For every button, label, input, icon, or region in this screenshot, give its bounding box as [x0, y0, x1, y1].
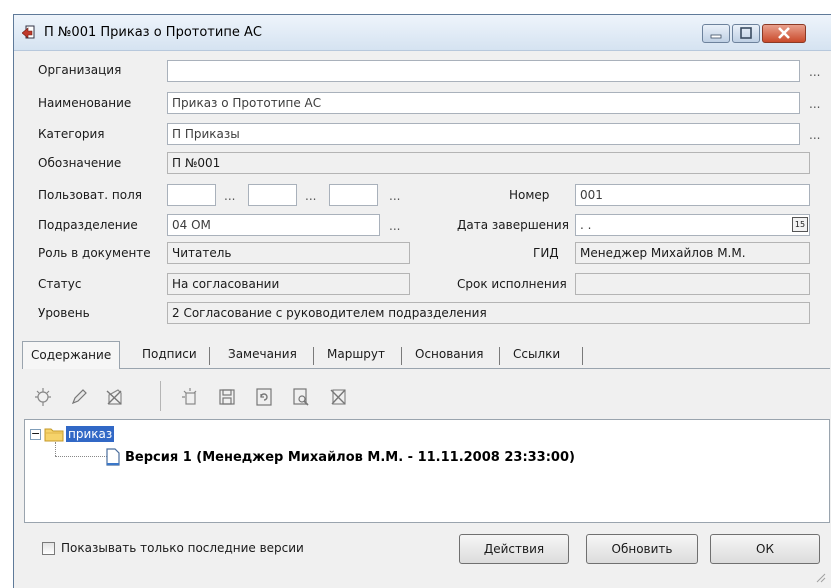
- department-browse-button[interactable]: ...: [389, 219, 400, 233]
- versions-tree[interactable]: − приказ Версия 1 (Менеджер Михайлов М.М…: [24, 419, 830, 523]
- gid-field: Менеджер Михайлов М.М.: [575, 242, 810, 264]
- delete-icon[interactable]: [104, 387, 124, 407]
- edit-icon[interactable]: [69, 387, 89, 407]
- calendar-icon[interactable]: 15: [792, 217, 808, 232]
- name-browse-button[interactable]: ...: [809, 97, 820, 111]
- title-bar[interactable]: П №001 Приказ о Прототипе АС: [14, 15, 831, 51]
- show-last-versions-label: Показывать только последние версии: [61, 541, 304, 555]
- name-field[interactable]: Приказ о Прототипе АС: [167, 92, 800, 114]
- ok-button[interactable]: ОК: [710, 534, 820, 564]
- number-field[interactable]: 001: [575, 184, 810, 206]
- department-field[interactable]: 04 ОМ: [167, 214, 380, 236]
- name-label: Наименование: [38, 96, 132, 110]
- refresh-file-icon[interactable]: [254, 387, 274, 407]
- level-field: 2 Согласование с руководителем подраздел…: [167, 302, 810, 324]
- department-label: Подразделение: [38, 218, 138, 232]
- deadline-field: [575, 273, 810, 295]
- end-date-field[interactable]: . .: [575, 214, 810, 236]
- tree-root-node[interactable]: приказ: [66, 426, 115, 442]
- actions-button[interactable]: Действия: [459, 534, 569, 564]
- minimize-icon: [710, 34, 722, 39]
- organization-label: Организация: [38, 63, 122, 77]
- document-icon: [106, 448, 120, 466]
- role-label: Роль в документе: [38, 246, 151, 260]
- user-field-1[interactable]: [167, 184, 216, 206]
- tab-separator: [401, 347, 402, 365]
- minimize-button[interactable]: [702, 24, 730, 43]
- tab-separator: [499, 347, 500, 365]
- close-icon: [778, 27, 790, 39]
- designation-field: П №001: [167, 152, 810, 174]
- status-label: Статус: [38, 277, 82, 291]
- tab-content[interactable]: Содержание: [22, 341, 121, 369]
- save-icon[interactable]: [217, 387, 237, 407]
- end-date-label: Дата завершения: [457, 218, 569, 232]
- user-field-2-browse-button[interactable]: ...: [305, 189, 316, 203]
- gid-label: ГИД: [533, 246, 559, 260]
- maximize-icon: [740, 27, 752, 39]
- tab-separator: [582, 347, 583, 365]
- document-app-icon: [22, 25, 35, 39]
- category-field[interactable]: П Приказы: [167, 123, 800, 145]
- show-last-versions-checkbox[interactable]: [42, 542, 55, 555]
- designation-label: Обозначение: [38, 156, 122, 170]
- role-field: Читатель: [167, 242, 410, 264]
- tab-separator: [209, 347, 210, 365]
- tree-version-node[interactable]: Версия 1 (Менеджер Михайлов М.М. - 11.11…: [125, 450, 575, 465]
- close-button[interactable]: [762, 24, 806, 43]
- tab-remarks[interactable]: Замечания: [220, 341, 305, 369]
- deadline-label: Срок исполнения: [457, 277, 567, 291]
- user-field-2[interactable]: [248, 184, 297, 206]
- window-title: П №001 Приказ о Прототипе АС: [44, 25, 262, 40]
- new-file-icon[interactable]: [180, 387, 200, 407]
- tab-separator: [313, 347, 314, 365]
- category-browse-button[interactable]: ...: [809, 128, 820, 142]
- user-field-3-browse-button[interactable]: ...: [389, 189, 400, 203]
- level-label: Уровень: [38, 306, 90, 320]
- tree-collapse-toggle[interactable]: −: [30, 428, 41, 440]
- status-field: На согласовании: [167, 273, 410, 295]
- delete-file-icon[interactable]: [328, 387, 348, 407]
- tab-route[interactable]: Маршрут: [319, 341, 393, 369]
- organization-browse-button[interactable]: ...: [809, 65, 820, 79]
- user-field-3[interactable]: [329, 184, 378, 206]
- tree-connector: [55, 442, 56, 456]
- tab-grounds[interactable]: Основания: [407, 341, 492, 369]
- organization-field[interactable]: [167, 60, 800, 82]
- number-label: Номер: [509, 188, 550, 202]
- resize-grip-icon[interactable]: [814, 571, 826, 583]
- toolbar-separator: [160, 381, 161, 411]
- user-field-1-browse-button[interactable]: ...: [224, 189, 235, 203]
- folder-icon: [44, 428, 64, 442]
- document-window: П №001 Приказ о Прототипе АС Организация…: [13, 14, 831, 588]
- add-version-icon[interactable]: [34, 387, 54, 407]
- refresh-button[interactable]: Обновить: [586, 534, 698, 564]
- preview-icon[interactable]: [291, 387, 311, 407]
- maximize-button[interactable]: [732, 24, 760, 43]
- tree-connector: [55, 456, 107, 457]
- tab-links[interactable]: Ссылки: [505, 341, 568, 369]
- tab-signatures[interactable]: Подписи: [134, 341, 205, 369]
- user-fields-label: Пользоват. поля: [38, 188, 142, 202]
- category-label: Категория: [38, 127, 105, 141]
